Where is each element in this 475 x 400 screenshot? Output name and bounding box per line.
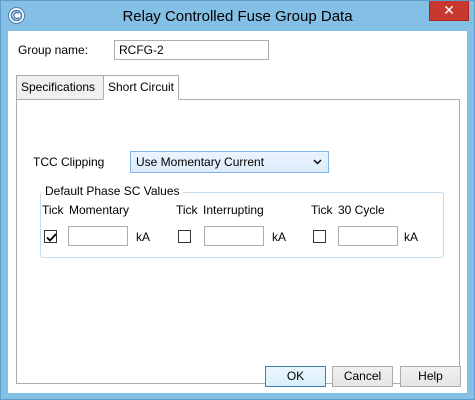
interrupting-input[interactable] (204, 226, 264, 246)
thirty-cycle-unit: kA (404, 230, 419, 244)
momentary-input[interactable] (68, 226, 128, 246)
short-circuit-panel: TCC Clipping Use Momentary Current Defau… (16, 99, 460, 384)
ok-button[interactable]: OK (265, 366, 326, 387)
interrupting-tick-label: Tick (176, 203, 198, 217)
tcc-clipping-value: Use Momentary Current (136, 155, 265, 169)
thirty-cycle-checkbox[interactable] (313, 230, 326, 243)
close-icon: ✕ (443, 2, 455, 18)
tcc-clipping-select[interactable]: Use Momentary Current (130, 151, 329, 173)
title-bar[interactable]: Relay Controlled Fuse Group Data ✕ (1, 1, 474, 31)
phase-sc-legend: Default Phase SC Values (42, 184, 183, 198)
tcc-clipping-label: TCC Clipping (33, 155, 105, 169)
thirty-cycle-tick-label: Tick (311, 203, 333, 217)
phase-sc-groupbox (40, 192, 444, 258)
tab-specifications-label: Specifications (21, 80, 96, 94)
close-button[interactable]: ✕ (429, 1, 469, 21)
thirty-cycle-label: 30 Cycle (338, 203, 385, 217)
chevron-down-icon (313, 152, 322, 180)
check-icon (46, 233, 57, 242)
interrupting-unit: kA (272, 230, 287, 244)
momentary-label: Momentary (69, 203, 130, 217)
group-name-input[interactable]: RCFG-2 (114, 40, 269, 60)
momentary-tick-label: Tick (42, 203, 64, 217)
tab-specifications[interactable]: Specifications (16, 75, 103, 100)
window-title: Relay Controlled Fuse Group Data (122, 8, 353, 25)
cancel-button[interactable]: Cancel (332, 366, 393, 387)
momentary-checkbox[interactable] (44, 230, 57, 243)
tab-short-circuit[interactable]: Short Circuit (103, 75, 179, 100)
tab-short-circuit-label: Short Circuit (108, 80, 175, 94)
momentary-unit: kA (136, 230, 151, 244)
help-button[interactable]: Help (400, 366, 461, 387)
dialog-body: Group name: RCFG-2 Specifications Short … (8, 31, 467, 393)
group-name-label: Group name: (18, 43, 89, 57)
interrupting-checkbox[interactable] (178, 230, 191, 243)
dialog-window: Relay Controlled Fuse Group Data ✕ Group… (0, 0, 475, 400)
thirty-cycle-input[interactable] (338, 226, 398, 246)
interrupting-label: Interrupting (203, 203, 264, 217)
